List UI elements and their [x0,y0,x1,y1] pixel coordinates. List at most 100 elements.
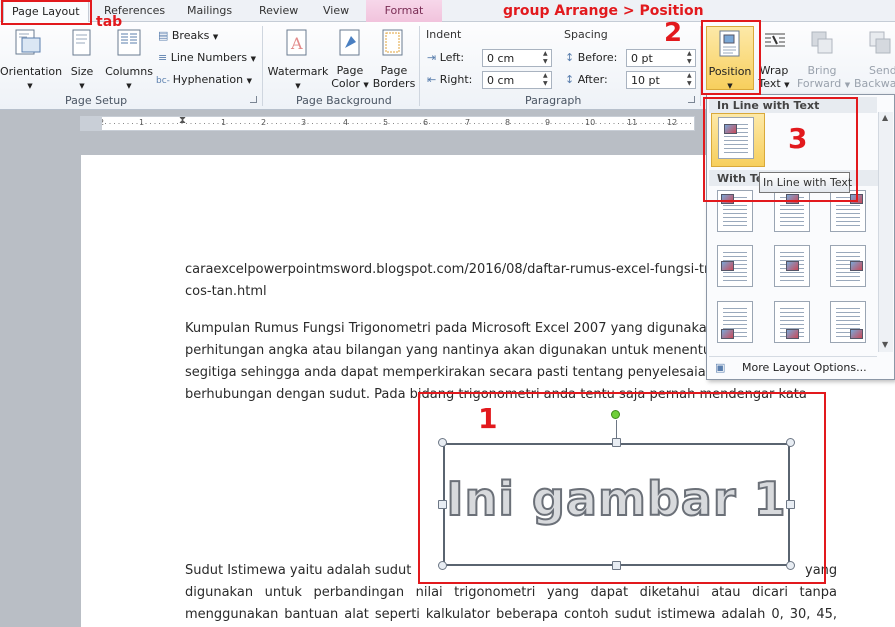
layout-options-icon: ▣ [715,361,726,374]
send-backward-label-2: Backward [854,77,895,90]
group-separator [262,26,263,106]
orientation-button[interactable]: Orientation ▼ [0,65,63,91]
spacing-before-icon: ↕ [565,51,578,64]
tab-view[interactable]: View [323,4,349,17]
ruler-label: 11 [627,118,638,127]
hyphenation-label: Hyphenation [172,73,244,86]
indent-left-input[interactable]: 0 cm [482,49,552,67]
watermark-label: Watermark [267,65,329,78]
indent-right-input[interactable]: 0 cm [482,71,552,89]
spacing-before-input[interactable]: 0 pt [626,49,696,67]
layout-wrap-thumb[interactable] [774,301,810,343]
more-layout-options[interactable]: ▣ More Layout Options... [709,357,883,379]
bring-forward-label-1: Bring [807,64,837,77]
indent-left-label: ⇥ Left: [427,51,465,64]
annotation-box-inline [703,97,858,202]
annotation-box-tab [1,0,92,25]
indent-left-icon: ⇥ [427,51,440,64]
page-borders-label-2: Borders [372,77,416,90]
annotation-number-1: 1 [478,402,498,435]
annotation-box-position [701,20,761,95]
columns-label: Columns [105,65,153,78]
layout-wrap-thumb[interactable] [830,301,866,343]
send-backward-button[interactable]: SendBackward [852,64,895,90]
orientation-icon [13,28,41,58]
line-numbers-label: Line Numbers [170,51,248,64]
ribbon-tab-strip: Page Layout References Mailings Review V… [0,0,895,23]
annotation-group-note: group Arrange > Position [503,3,704,19]
ruler-label: 1 [221,118,227,127]
spacing-after-icon: ↕ [565,73,578,86]
wrap-text-button[interactable]: Wrap Text ▼ [757,64,791,92]
svg-text:A: A [290,34,303,53]
horizontal-ruler[interactable]: 21123456789101112 ⧗ [80,115,695,131]
send-backward-label-1: Send [869,64,895,77]
ruler-label: 6 [423,118,429,127]
size-label: Size [70,65,94,78]
orientation-label: Orientation [0,65,63,78]
more-layout-options-label: More Layout Options... [742,361,867,374]
spacing-heading: Spacing [564,28,608,41]
page-color-label-2: Color [331,77,360,90]
page-color-button[interactable]: Page Color ▼ [329,64,371,92]
ruler-label: 10 [585,118,596,127]
breaks-label: Breaks [171,29,210,42]
ruler-label: 2 [261,118,267,127]
ruler-label: 1 [139,118,145,127]
dropdown-scrollbar[interactable]: ▲ ▼ [878,112,893,352]
indent-marker-icon[interactable]: ⧗ [179,115,186,126]
paragraph-launcher-icon[interactable] [688,96,695,103]
hyphenation-button[interactable]: bc- Hyphenation ▼ [156,73,252,86]
group-label-paragraph: Paragraph [525,94,582,107]
columns-button[interactable]: Columns ▼ [104,65,154,91]
bring-forward-icon [810,30,834,56]
group-label-page-setup: Page Setup [65,94,128,107]
annotation-number-3: 3 [788,122,808,155]
columns-icon [115,28,143,58]
ruler-label: 12 [667,118,678,127]
breaks-icon: ▤ [158,29,172,42]
line-numbers-icon: ≡ [158,51,171,64]
layout-wrap-thumb[interactable] [774,245,810,287]
spacing-after-label: ↕ After: [565,73,608,86]
indent-right-label: ⇤ Right: [427,73,473,86]
tab-format[interactable]: Format [366,0,442,23]
layout-wrap-thumb[interactable] [830,245,866,287]
size-icon [70,28,94,58]
scroll-down-icon[interactable]: ▼ [882,340,888,349]
wrap-text-label-2: Text [758,77,781,90]
annotation-tab-note: tab [96,14,123,30]
tab-mailings[interactable]: Mailings [187,4,232,17]
spacing-after-input[interactable]: 10 pt [626,71,696,89]
scroll-up-icon[interactable]: ▲ [882,113,888,122]
spacing-before-label: ↕ Before: [565,51,618,64]
annotation-number-2: 2 [664,18,683,48]
page-borders-button[interactable]: Page Borders [372,64,416,90]
hyphenation-icon: bc- [156,76,173,86]
watermark-icon: A [284,28,310,58]
send-backward-icon [868,30,892,56]
bring-forward-label-2: Forward [797,77,842,90]
bring-forward-button[interactable]: Bring Forward ▼ [797,64,850,92]
line-numbers-button[interactable]: ≡ Line Numbers ▼ [158,51,256,64]
page-color-icon [337,28,363,58]
group-label-page-background: Page Background [296,94,392,107]
ruler-label: 5 [383,118,389,127]
page-setup-launcher-icon[interactable] [250,96,257,103]
size-button[interactable]: Size ▼ [66,65,98,91]
ruler-label: 9 [545,118,551,127]
ruler-label: 4 [343,118,349,127]
page-borders-icon [380,28,406,58]
page-color-label-1: Page [336,64,364,77]
layout-wrap-thumb[interactable] [717,301,753,343]
layout-wrap-thumb[interactable] [717,245,753,287]
wrap-text-label-1: Wrap [759,64,789,77]
page-borders-label-1: Page [380,64,408,77]
indent-right-icon: ⇤ [427,73,440,86]
group-separator [419,26,420,106]
breaks-button[interactable]: ▤ Breaks ▼ [158,29,218,42]
wrap-text-icon [763,30,787,56]
tab-review[interactable]: Review [259,4,298,17]
ruler-label: 8 [505,118,511,127]
watermark-button[interactable]: Watermark ▼ [267,65,329,91]
